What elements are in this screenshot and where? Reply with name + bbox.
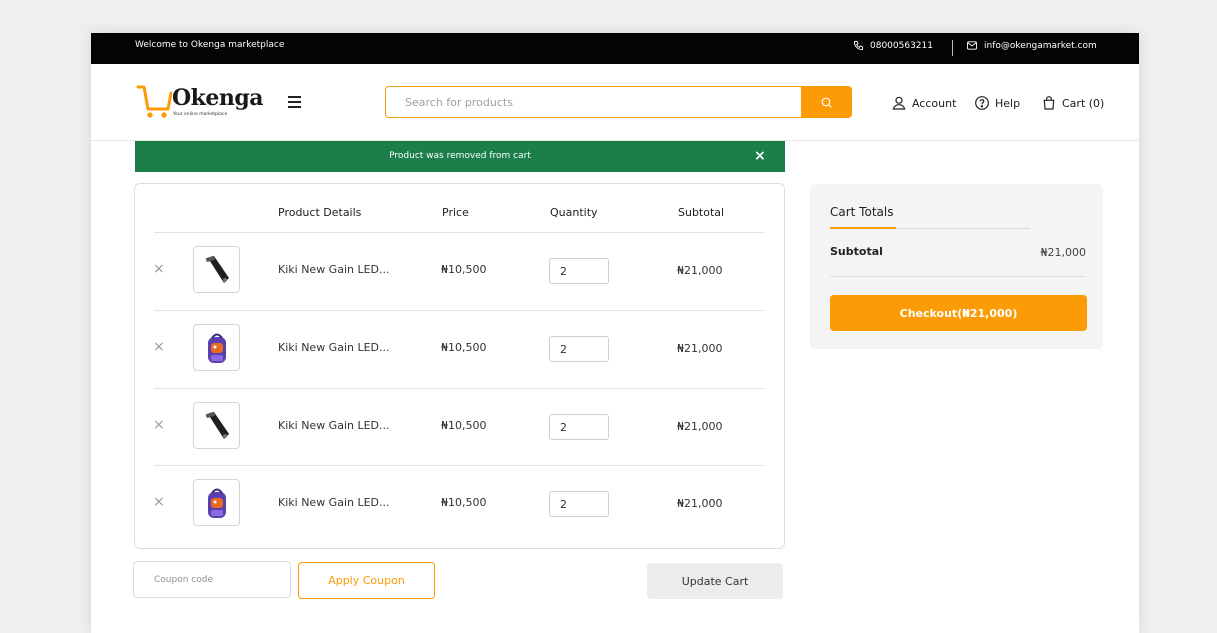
search-input[interactable]	[385, 86, 802, 118]
product-thumbnail[interactable]	[193, 479, 240, 526]
email-contact[interactable]: info@okengamarket.com	[966, 40, 1097, 51]
table-header: Product Details Price Quantity Subtotal	[135, 184, 784, 233]
help-icon	[975, 96, 989, 110]
product-thumbnail[interactable]	[193, 402, 240, 449]
product-thumbnail[interactable]	[193, 246, 240, 293]
product-thumbnail[interactable]	[193, 324, 240, 371]
phone-number: 08000563211	[870, 40, 933, 51]
table-row: × Kiki New Gain LED... ₦10,500 ₦21,000	[135, 233, 784, 310]
product-price: ₦10,500	[441, 341, 487, 354]
cart-logo-icon	[136, 85, 172, 118]
subtotal-value: ₦21,000	[1040, 246, 1087, 259]
shopping-bag-icon	[1043, 96, 1055, 110]
cart-link[interactable]: Cart (0)	[1041, 95, 1104, 111]
brand-tagline: Your online marketplace	[173, 112, 228, 117]
apply-coupon-button[interactable]: Apply Coupon	[298, 562, 435, 599]
search-bar	[385, 86, 852, 118]
close-icon[interactable]: ×	[754, 149, 766, 163]
account-label: Account	[912, 96, 957, 110]
backpack-icon	[207, 488, 226, 518]
topbar-divider	[952, 40, 953, 56]
removed-alert: Product was removed from cart ×	[135, 141, 785, 172]
backpack-icon	[207, 333, 226, 363]
help-label: Help	[995, 96, 1021, 110]
subtotal-label: Subtotal	[830, 245, 883, 258]
product-price: ₦10,500	[441, 419, 487, 432]
update-cart-button[interactable]: Update Cart	[647, 563, 783, 599]
product-subtotal: ₦21,000	[677, 264, 723, 277]
product-subtotal: ₦21,000	[677, 497, 723, 510]
alert-message: Product was removed from cart	[389, 151, 531, 161]
product-name[interactable]: Kiki New Gain LED...	[278, 419, 390, 432]
coupon-code-input[interactable]	[133, 561, 291, 598]
welcome-text: Welcome to Okenga marketplace	[135, 40, 285, 50]
hair-clipper-icon	[205, 411, 229, 439]
cart-totals-panel: Cart Totals Subtotal ₦21,000 Checkout(₦2…	[810, 184, 1103, 349]
table-row: × Kiki New Gain LED... ₦10,500 ₦21,000	[135, 466, 784, 543]
quantity-input[interactable]	[549, 336, 609, 362]
subtotal-divider	[830, 276, 1086, 277]
phone-icon	[853, 40, 864, 51]
header-price: Price	[442, 206, 469, 219]
product-name[interactable]: Kiki New Gain LED...	[278, 496, 390, 509]
header-subtotal: Subtotal	[678, 206, 725, 219]
menu-icon[interactable]	[288, 96, 301, 108]
mail-icon	[966, 41, 978, 50]
phone-contact[interactable]: 08000563211	[853, 40, 933, 51]
remove-item-icon[interactable]: ×	[153, 261, 165, 277]
search-icon	[821, 97, 832, 108]
account-link[interactable]: Account	[891, 95, 956, 111]
checkout-button[interactable]: Checkout(₦21,000)	[830, 295, 1087, 331]
cart-label: Cart (0)	[1062, 96, 1105, 110]
remove-item-icon[interactable]: ×	[153, 494, 165, 510]
table-row: × Kiki New Gain LED... ₦10,500 ₦21,000	[135, 389, 784, 466]
product-price: ₦10,500	[441, 263, 487, 276]
hair-clipper-icon	[205, 255, 229, 283]
help-link[interactable]: Help	[974, 95, 1020, 111]
search-button[interactable]	[801, 86, 852, 118]
product-subtotal: ₦21,000	[677, 342, 723, 355]
table-row: × Kiki New Gain LED... ₦10,500 ₦21,000	[135, 311, 784, 388]
logo[interactable]: Okenga Your online marketplace	[136, 83, 266, 123]
cart-totals-title: Cart Totals	[830, 205, 894, 219]
quantity-input[interactable]	[549, 491, 609, 517]
cart-table: Product Details Price Quantity Subtotal …	[134, 183, 785, 549]
email-address: info@okengamarket.com	[984, 40, 1097, 51]
main-header: Okenga Your online marketplace Account H…	[91, 64, 1139, 141]
product-name[interactable]: Kiki New Gain LED...	[278, 341, 390, 354]
header-quantity: Quantity	[550, 206, 598, 219]
user-icon	[892, 96, 906, 110]
title-accent-bar	[830, 227, 896, 229]
brand-name: Okenga	[172, 85, 264, 111]
product-price: ₦10,500	[441, 496, 487, 509]
remove-item-icon[interactable]: ×	[153, 417, 165, 433]
remove-item-icon[interactable]: ×	[153, 339, 165, 355]
page-frame: Welcome to Okenga marketplace 0800056321…	[91, 33, 1139, 633]
header-product-details: Product Details	[278, 206, 362, 219]
quantity-input[interactable]	[549, 258, 609, 284]
quantity-input[interactable]	[549, 414, 609, 440]
product-subtotal: ₦21,000	[677, 420, 723, 433]
product-name[interactable]: Kiki New Gain LED...	[278, 263, 390, 276]
top-bar: Welcome to Okenga marketplace 0800056321…	[91, 33, 1139, 64]
